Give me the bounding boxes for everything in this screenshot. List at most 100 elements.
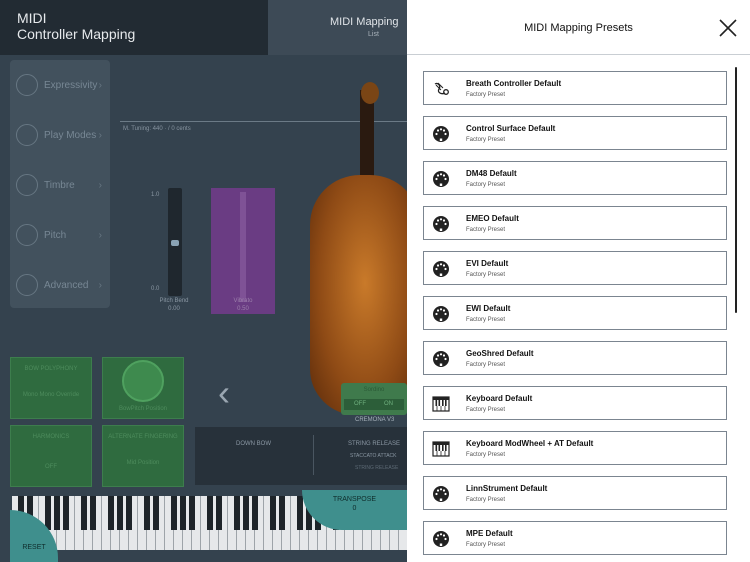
midi-port-icon [432,350,450,368]
violin-scroll [361,82,379,104]
black-key[interactable] [234,496,240,530]
violin-image [310,175,407,415]
preset-name: GeoShred Default [466,349,534,358]
sidebar-item-advanced[interactable]: Advanced › [10,260,110,310]
strip-divider [313,435,314,475]
sliders-icon [16,124,38,146]
preset-subtitle: Factory Preset [466,452,506,458]
preset-row[interactable]: EMEO Default Factory Preset [423,206,727,240]
sordino-on-label: ON [384,401,393,407]
sordino-toggle[interactable]: OFF ON [344,399,404,410]
bow-position-knob[interactable] [122,360,164,402]
black-key[interactable] [63,496,69,530]
midi-port-icon [432,170,450,188]
sidebar-item-label: Timbre [44,179,75,191]
tile-value: OFF [45,464,57,470]
preset-row[interactable]: GeoShred Default Factory Preset [423,341,727,375]
articulation-strip: DOWN BOW STRING RELEASE STACCATO ATTACK … [195,427,407,485]
harmonics-tile[interactable]: HARMONICS OFF [10,425,92,487]
string-release-label[interactable]: STRING RELEASE [348,441,400,447]
pitch-bend-value: 0.00 [168,306,180,312]
app-title: MIDI Controller Mapping [0,0,268,55]
chevron-right-icon: › [98,179,102,191]
preset-name: Breath Controller Default [466,79,562,88]
black-key[interactable] [243,496,249,530]
chevron-right-icon: › [98,129,102,141]
pitch-bend-label: Pitch Bend [159,298,189,304]
sidebar-item-label: Advanced [44,279,89,291]
down-bow-label[interactable]: DOWN BOW [236,441,271,447]
black-key[interactable] [153,496,159,530]
tile-label: BowPitch Position [118,406,168,412]
staccato-attack-label[interactable]: STACCATO ATTACK [350,453,397,459]
tile-label: ALTERNATE FINGERING [108,434,178,440]
midi-port-icon [432,485,450,503]
preset-name: EVI Default [466,259,509,268]
bow-polyphony-tile[interactable]: BOW POLYPHONY Mono Mono Override [10,357,92,419]
sidebar-item-pitch[interactable]: Pitch › [10,210,110,260]
header-center-title: MIDI Mapping [330,16,399,28]
preset-subtitle: Factory Preset [466,182,506,188]
alternate-fingering-tile[interactable]: ALTERNATE FINGERING Mid Position [102,425,184,487]
transpose-value: 0 [352,505,357,512]
preset-row[interactable]: Breath Controller Default Factory Preset [423,71,727,105]
black-key[interactable] [171,496,177,530]
instrument-name: CREMONA V3 [355,417,395,423]
black-key[interactable] [90,496,96,530]
preset-row[interactable]: LinnStrument Default Factory Preset [423,476,727,510]
preset-row[interactable]: Keyboard ModWheel + AT Default Factory Pr… [423,431,727,465]
black-key[interactable] [117,496,123,530]
piano-keys-icon [432,395,450,413]
reset-label: RESET [22,544,46,551]
scrollbar[interactable] [735,67,737,313]
black-key[interactable] [189,496,195,530]
sidebar-item-expressivity[interactable]: Expressivity › [10,60,110,110]
black-key[interactable] [144,496,150,530]
black-key[interactable] [108,496,114,530]
black-key[interactable] [45,496,51,530]
app-header: MIDI Controller Mapping MIDI Mapping Lis… [0,0,407,55]
black-key[interactable] [252,496,258,530]
slider-max-label: 1.0 [151,192,160,198]
app-title-line1: MIDI [17,10,47,26]
midi-mapping-presets-panel: MIDI Mapping Presets Breath Controller D… [407,0,750,562]
black-key[interactable] [207,496,213,530]
pitch-bend-slider[interactable] [168,188,182,296]
sidebar-item-label: Expressivity [44,79,98,91]
preset-row[interactable]: DM48 Default Factory Preset [423,161,727,195]
vibrato-slider[interactable] [211,188,275,314]
header-center-subtitle: List [368,31,379,38]
string-release-sublabel: STRING RELEASE [355,465,399,471]
sidebar-item-timbre[interactable]: Timbre › [10,160,110,210]
previous-arrow-icon[interactable]: ‹ [218,372,230,414]
preset-row[interactable]: EVI Default Factory Preset [423,251,727,285]
sidebar-item-play-modes[interactable]: Play Modes › [10,110,110,160]
transpose-label: TRANSPOSE [332,496,377,503]
breath-controller-icon [432,80,450,98]
midi-port-icon [432,125,450,143]
sordino-label: Sordino [363,387,385,393]
preset-row[interactable]: Control Surface Default Factory Preset [423,116,727,150]
preset-subtitle: Factory Preset [466,137,506,143]
preset-name: DM48 Default [466,169,517,178]
black-key[interactable] [279,496,285,530]
black-key[interactable] [216,496,222,530]
gear-icon [16,274,38,296]
preset-row[interactable]: MPE Default Factory Preset [423,521,727,555]
panel-title: MIDI Mapping Presets [524,22,633,34]
chevron-right-icon: › [98,79,102,91]
preset-row[interactable]: Keyboard Default Factory Preset [423,386,727,420]
slider-knob[interactable] [171,240,179,246]
preset-subtitle: Factory Preset [466,542,506,548]
black-key[interactable] [54,496,60,530]
preset-row[interactable]: EWI Default Factory Preset [423,296,727,330]
tile-value: Mono Mono Override [22,392,80,398]
background-app: MIDI Controller Mapping MIDI Mapping Lis… [0,0,407,562]
preset-name: Keyboard ModWheel + AT Default [466,439,594,448]
sordino-off-label: OFF [354,401,366,407]
black-key[interactable] [126,496,132,530]
black-key[interactable] [81,496,87,530]
black-key[interactable] [180,496,186,530]
close-button[interactable] [717,17,739,39]
black-key[interactable] [270,496,276,530]
